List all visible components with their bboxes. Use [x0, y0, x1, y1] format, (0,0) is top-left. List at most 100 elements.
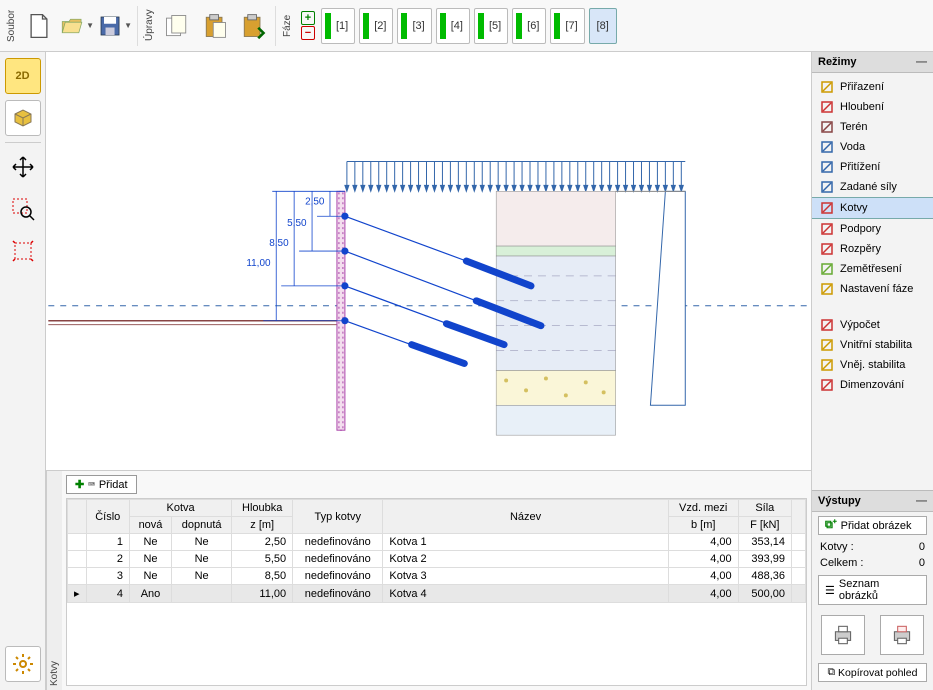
table-row[interactable]: ▸4Ano11,00nedefinovánoKotva 44,00500,00: [68, 585, 806, 603]
file-group-label: Soubor: [4, 2, 19, 49]
phase-tab[interactable]: [8]: [589, 8, 617, 44]
mode-item-dig[interactable]: Hloubení: [812, 97, 933, 117]
mode-item-supports[interactable]: Podpory: [812, 219, 933, 239]
open-file-button[interactable]: ▼: [59, 8, 95, 44]
phase-tab[interactable]: [5]: [474, 8, 508, 44]
print-button-1[interactable]: [821, 615, 865, 655]
calc-list: Výpočet Vnitřní stabilita Vněj. stabilita D…: [812, 311, 933, 399]
phase-tabs: [1][2][3][4][5][6][7][8]: [317, 8, 617, 44]
dig-icon: [820, 100, 834, 114]
mode-item-assign[interactable]: Přiřazení: [812, 77, 933, 97]
top-toolbar: Soubor ▼ ▼ Úpravy Fáze + − [1][2][3][4][…: [0, 0, 933, 52]
phase-tab[interactable]: [7]: [550, 8, 584, 44]
drawing-canvas[interactable]: 2,50 5,50 8,50 11,00: [46, 52, 811, 470]
phase-tab[interactable]: [3]: [397, 8, 431, 44]
mode-item-terrain[interactable]: Terén: [812, 117, 933, 137]
surcharge-icon: [820, 160, 834, 174]
quake-icon: [820, 262, 834, 276]
add-anchor-button[interactable]: ✚ ⌨ Přidat: [66, 475, 137, 494]
phase-tab[interactable]: [1]: [321, 8, 355, 44]
view-3d-button[interactable]: [5, 100, 41, 136]
phase-plus-minus: + −: [301, 11, 315, 40]
copy-icon: ⧉: [828, 666, 836, 679]
phase-group-label: Fáze: [280, 2, 295, 49]
col-force[interactable]: Síla: [738, 500, 791, 517]
bottom-panel-label: Kotvy: [46, 471, 62, 690]
phasecfg-icon: [820, 282, 834, 296]
collapse-modes-button[interactable]: —: [916, 56, 927, 68]
paste-special-button[interactable]: [235, 8, 271, 44]
zoom-extents-button[interactable]: [5, 233, 41, 269]
copy-view-button[interactable]: ⧉ Kopírovat pohled: [818, 663, 927, 682]
view-2d-button[interactable]: 2D: [5, 58, 41, 94]
col-type[interactable]: Typ kotvy: [293, 500, 383, 534]
right-sidebar: Režimy — PřiřazeníHloubení Terén Voda Přití…: [811, 52, 933, 690]
collapse-outputs-button[interactable]: —: [916, 495, 927, 507]
add-label: Přidat: [99, 479, 128, 491]
col-depth[interactable]: Hloubka: [232, 500, 293, 517]
table-row[interactable]: 1NeNe2,50nedefinovánoKotva 14,00353,14: [68, 534, 806, 551]
copy-button[interactable]: [159, 8, 195, 44]
calc-label: Dimenzování: [840, 379, 904, 391]
mode-label: Voda: [840, 141, 865, 153]
mode-item-anchors[interactable]: Kotvy: [812, 197, 933, 219]
mode-item-forces[interactable]: Zadané síly: [812, 177, 933, 197]
calc-icon: [820, 318, 834, 332]
phase-tab[interactable]: [4]: [436, 8, 470, 44]
keyboard-icon: ⌨: [88, 478, 95, 491]
calc-item-exstab[interactable]: Vněj. stabilita: [812, 355, 933, 375]
center-column: 2,50 5,50 8,50 11,00 Kotvy ✚ ⌨ Přidat: [46, 52, 811, 690]
assign-icon: [820, 80, 834, 94]
anchors-icon: [820, 201, 834, 215]
calc-item-calc[interactable]: Výpočet: [812, 315, 933, 335]
calc-item-dim[interactable]: Dimenzování: [812, 375, 933, 395]
pan-button[interactable]: [5, 149, 41, 185]
new-file-button[interactable]: [21, 8, 57, 44]
image-list-button[interactable]: ☰ Seznam obrázků: [818, 575, 927, 605]
modes-header: Režimy —: [812, 52, 933, 73]
dim-label: 11,00: [246, 258, 271, 269]
col-nova[interactable]: nová: [129, 517, 171, 534]
print-button-2[interactable]: [880, 615, 924, 655]
col-z[interactable]: z [m]: [232, 517, 293, 534]
mode-item-struts[interactable]: Rozpěry: [812, 239, 933, 259]
calc-item-instab[interactable]: Vnitřní stabilita: [812, 335, 933, 355]
col-kotva[interactable]: Kotva: [129, 500, 231, 517]
col-name[interactable]: Název: [383, 500, 668, 534]
add-phase-button[interactable]: +: [301, 11, 315, 25]
paste-button[interactable]: [197, 8, 233, 44]
main-area: 2D: [0, 52, 933, 690]
save-button[interactable]: ▼: [97, 8, 133, 44]
settings-button[interactable]: [5, 646, 41, 682]
mode-label: Zadané síly: [840, 181, 897, 193]
mode-label: Terén: [840, 121, 868, 133]
table-row[interactable]: 3NeNe8,50nedefinovánoKotva 34,00488,36: [68, 568, 806, 585]
mode-label: Přitížení: [840, 161, 880, 173]
mode-item-surcharge[interactable]: Přitížení: [812, 157, 933, 177]
dim-label: 2,50: [305, 196, 325, 207]
dim-icon: [820, 378, 834, 392]
mode-item-quake[interactable]: Zemětřesení: [812, 259, 933, 279]
calc-label: Výpočet: [840, 319, 880, 331]
mode-item-phasecfg[interactable]: Nastavení fáze: [812, 279, 933, 299]
table-row[interactable]: 2NeNe5,50nedefinovánoKotva 24,00393,99: [68, 551, 806, 568]
anchors-table: Číslo Kotva Hloubka Typ kotvy Název Vzd.…: [67, 499, 806, 603]
phase-tab[interactable]: [2]: [359, 8, 393, 44]
col-f[interactable]: F [kN]: [738, 517, 791, 534]
zoom-region-button[interactable]: [5, 191, 41, 227]
mode-label: Nastavení fáze: [840, 283, 913, 295]
col-dopnuta[interactable]: dopnutá: [172, 517, 232, 534]
add-image-button[interactable]: ⧉⁺ Přidat obrázek: [818, 516, 927, 535]
outputs-total-count: Celkem :0: [812, 555, 933, 571]
phase-tab[interactable]: [6]: [512, 8, 546, 44]
outputs-header: Výstupy —: [812, 491, 933, 512]
col-number[interactable]: Číslo: [86, 500, 129, 534]
remove-phase-button[interactable]: −: [301, 26, 315, 40]
outputs-panel: Výstupy — ⧉⁺ Přidat obrázek Kotvy :0 Cel…: [812, 490, 933, 690]
dropdown-arrow-icon: ▼: [124, 21, 132, 30]
col-b[interactable]: b [m]: [668, 517, 738, 534]
mode-item-water[interactable]: Voda: [812, 137, 933, 157]
col-spacing[interactable]: Vzd. mezi: [668, 500, 738, 517]
calc-label: Vněj. stabilita: [840, 359, 905, 371]
calc-label: Vnitřní stabilita: [840, 339, 912, 351]
